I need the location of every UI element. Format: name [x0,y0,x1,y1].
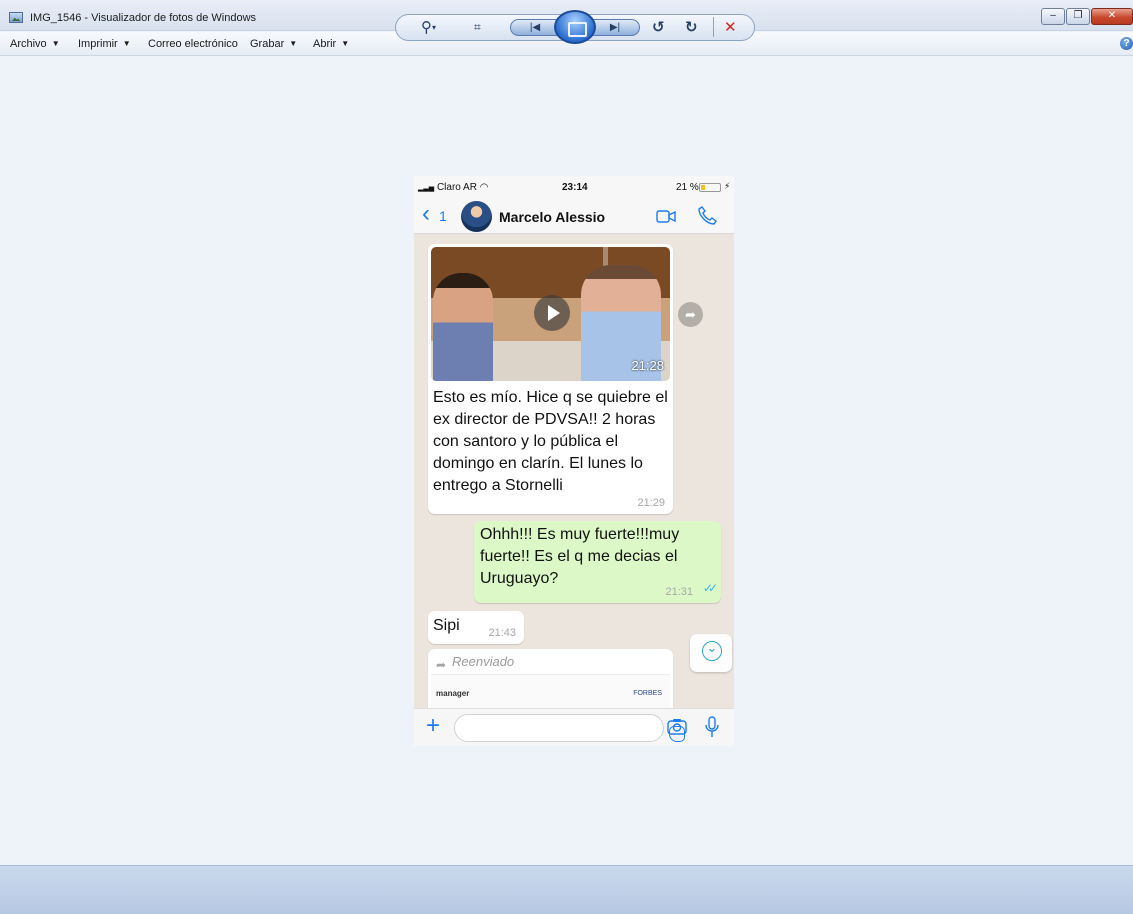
message-time: 21:31 [665,586,693,598]
video-duration: 21:28 [631,358,664,373]
chevron-down-icon: ▼ [51,39,60,48]
play-icon [534,295,570,331]
next-button[interactable]: ▶| [590,19,640,36]
chevron-down-icon: ▼ [289,39,298,48]
forwarded-document-message: ➦ Reenviado manager FORBES [428,649,673,709]
sent-message: Ohhh!!! Es muy fuerte!!!muy fuerte!! Es … [474,521,721,603]
rotate-right-icon: ↻ [685,19,698,36]
delete-icon: ✕ [724,19,737,36]
chat-header: ‹ 1 Marcelo Alessio [414,198,734,234]
menu-correo-electronico[interactable]: Correo electrónico [148,38,238,50]
rotate-right-button[interactable]: ↻ [685,20,698,35]
read-receipt-icon: ✓✓ [702,581,718,595]
minimize-button[interactable]: – [1041,8,1065,25]
previous-icon: |◀ [529,22,541,33]
fit-window-icon: ⌗ [474,20,481,34]
battery-fill [701,185,705,190]
phone-icon [698,206,717,225]
battery-percent: 21 % [676,182,699,193]
contact-avatar [461,201,492,232]
chat-messages: 21:28 Esto es mío. Hice q se quiebre el … [414,234,734,709]
message-time: 21:29 [637,497,665,509]
toolbar-separator [713,17,714,37]
plus-icon: + [426,712,441,739]
video-person-left [433,273,493,381]
battery-icon [699,183,721,192]
previous-button[interactable]: |◀ [510,19,560,36]
charging-icon: ⚡ [724,181,731,191]
video-thumbnail: 21:28 [431,247,670,381]
actual-size-button[interactable]: ⌗ [474,20,481,35]
forwarded-label: Reenviado [452,654,515,669]
camera-icon [667,719,687,735]
video-call-icon [656,210,676,223]
microphone-icon [705,716,719,737]
help-icon[interactable]: ? [1120,37,1133,50]
carrier-label: ▂▃▅ Claro AR ◠ [418,182,489,193]
magnifier-icon: ⚲ [421,19,432,36]
phone-clock: 23:14 [562,182,588,193]
slideshow-button[interactable] [554,10,596,44]
contact-name: Marcelo Alessio [499,209,606,225]
document-logo-left: manager [436,689,470,698]
received-video-message: 21:28 Esto es mío. Hice q se quiebre el … [428,244,673,514]
message-input-field [454,714,685,742]
chat-input-bar: + [414,708,734,746]
chevron-down-icon: ▾ [432,23,437,32]
close-button[interactable]: ✕ [1091,8,1133,25]
maximize-button[interactable]: ❐ [1066,8,1090,25]
next-icon: ▶| [609,22,621,33]
window-title: IMG_1546 - Visualizador de fotos de Wind… [30,12,257,24]
displayed-photo: ▂▃▅ Claro AR ◠ 23:14 21 % ⚡ ‹ 1 Marcelo … [414,176,734,746]
viewer-toolbar [0,865,1133,914]
document-logo-right: FORBES [633,690,662,697]
menu-imprimir[interactable]: Imprimir ▼ [78,38,131,50]
phone-status-bar: ▂▃▅ Claro AR ◠ 23:14 21 % ⚡ [414,176,734,198]
message-text: Esto es mío. Hice q se quiebre el ex dir… [433,389,668,494]
chevron-down-icon: ▼ [341,39,350,48]
message-time: 21:43 [488,627,516,639]
back-chevron-icon: ‹ [422,200,430,227]
rotate-left-icon: ↺ [652,19,665,36]
zoom-button[interactable]: ⚲▾ [421,20,436,35]
signal-icon: ▂▃▅ [418,185,435,192]
photo-viewer-app-icon [9,12,23,23]
forwarded-arrow-icon: ➦ [436,658,447,672]
wifi-icon: ◠ [479,182,489,193]
rotate-left-button[interactable]: ↺ [652,20,665,35]
forward-icon: ➦ [678,302,703,327]
menu-grabar[interactable]: Grabar ▼ [250,38,297,50]
chevron-down-icon: ▼ [122,39,131,48]
message-text: Ohhh!!! Es muy fuerte!!!muy fuerte!! Es … [480,526,680,587]
menu-archivo[interactable]: Archivo ▼ [10,38,60,50]
menu-abrir[interactable]: Abrir ▼ [313,38,349,50]
delete-button[interactable]: ✕ [724,20,737,35]
document-preview: manager FORBES [431,674,670,709]
received-message: Sipi 21:43 [428,611,524,644]
scroll-down-icon [690,634,732,672]
back-unread-count: 1 [439,208,447,224]
message-text: Sipi [433,617,460,634]
